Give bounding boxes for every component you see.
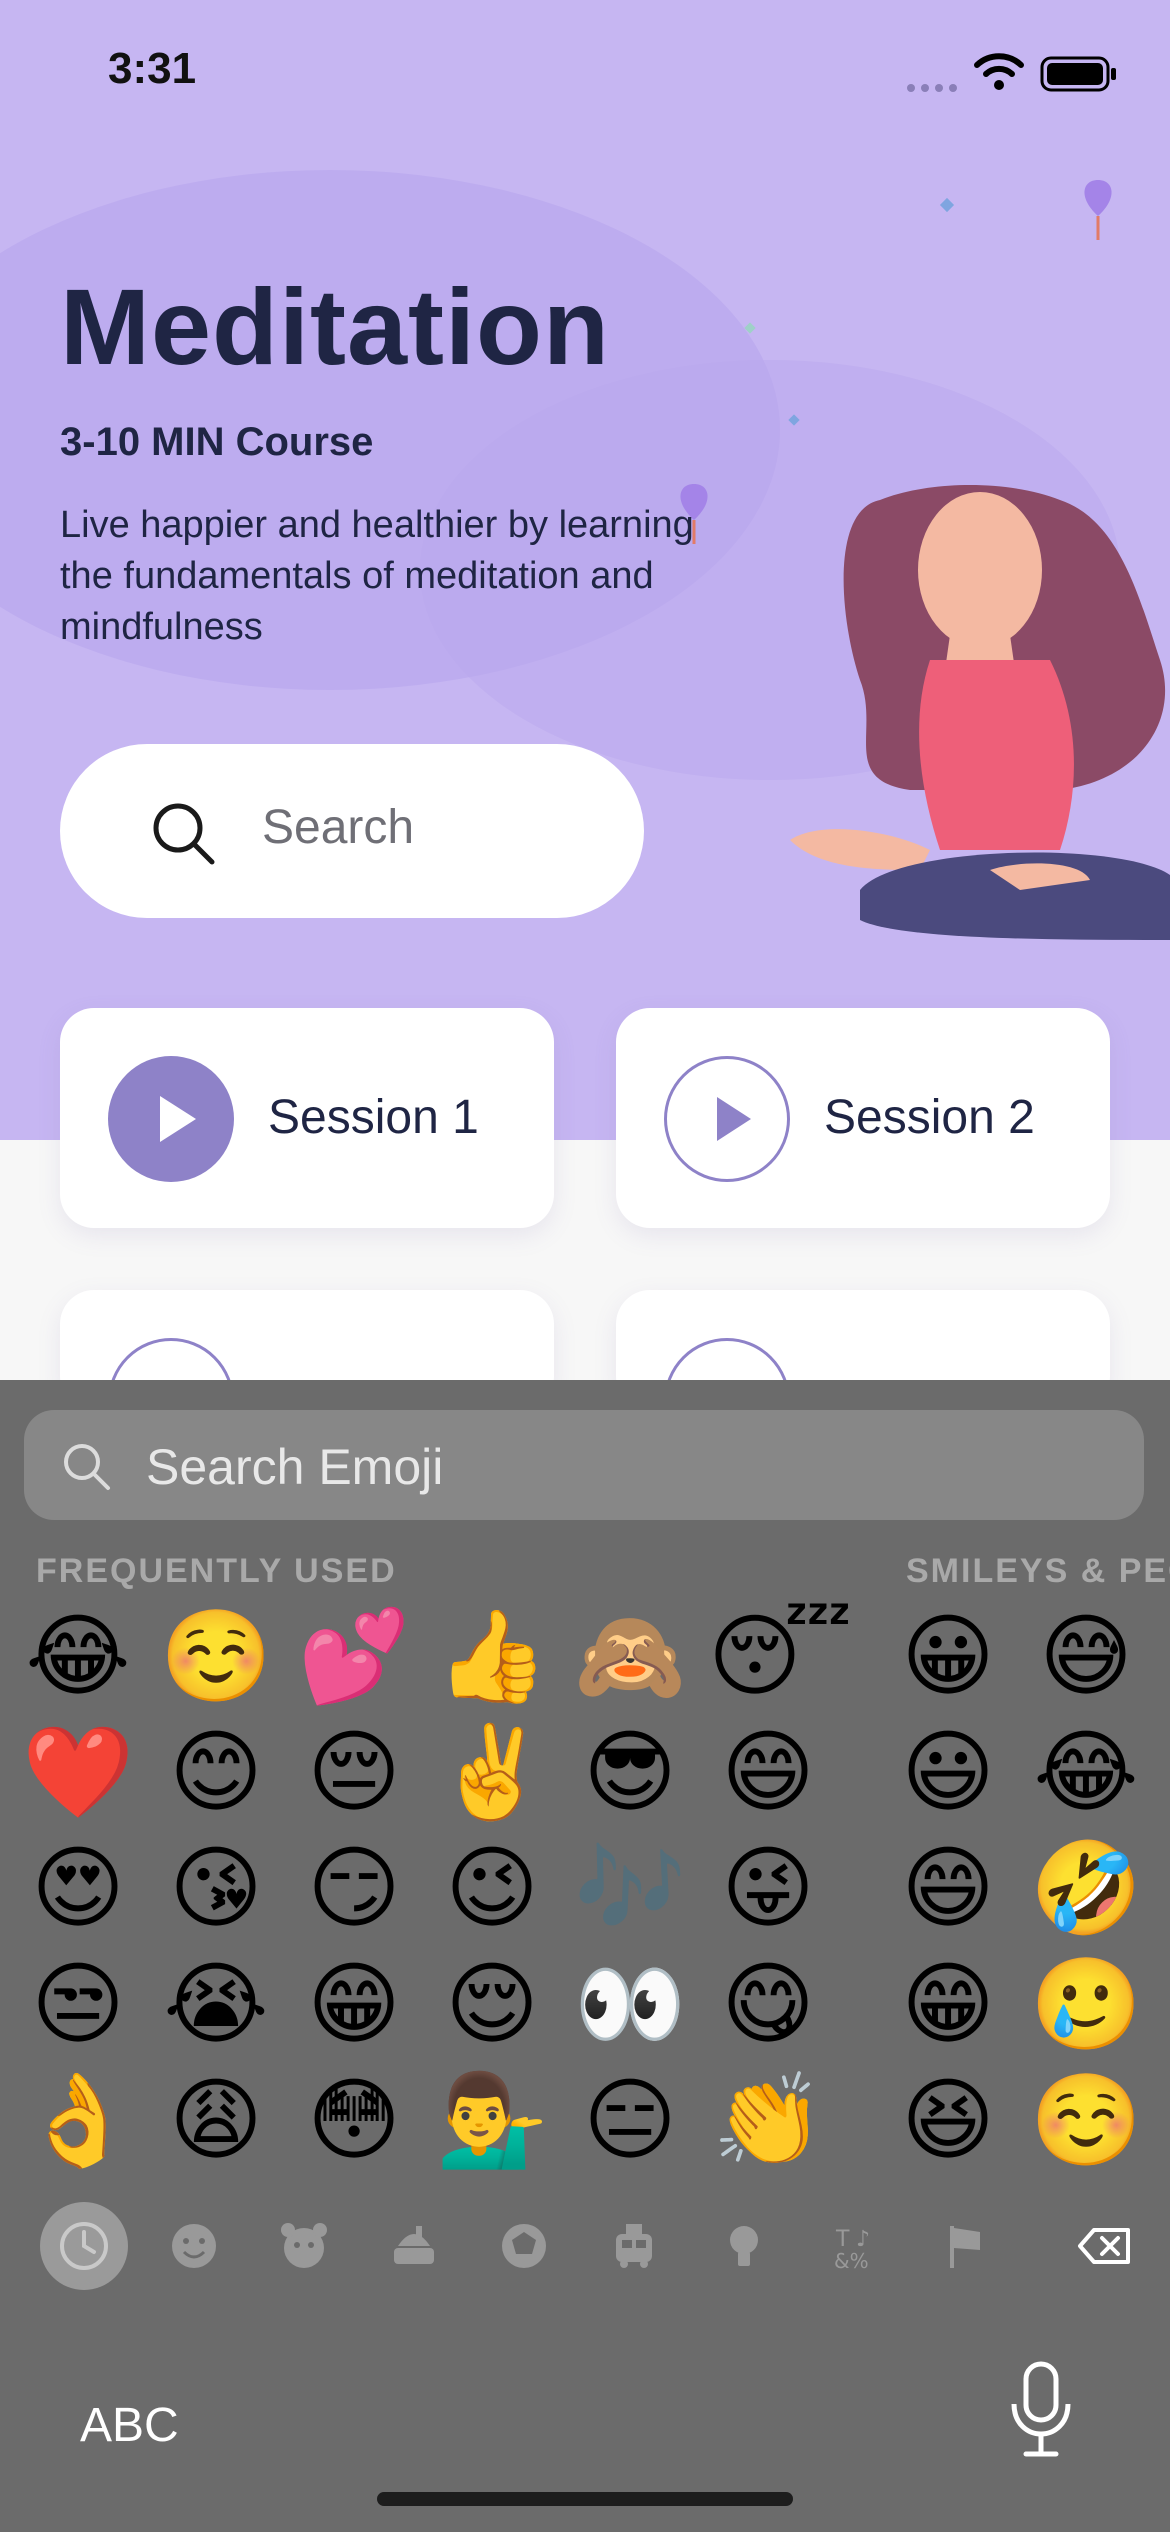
- emoji-key[interactable]: 🎶: [570, 1834, 690, 1944]
- emoji-key[interactable]: 🥲: [1026, 1950, 1146, 2060]
- emoji-key[interactable]: 👀: [570, 1950, 690, 2060]
- status-time: 3:31: [108, 44, 197, 93]
- emoji-key[interactable]: 😘: [156, 1834, 276, 1944]
- category-tab-recent[interactable]: [40, 2202, 128, 2290]
- category-tab-food[interactable]: [376, 2208, 452, 2284]
- course-duration: 3-10 MIN Course: [60, 420, 374, 464]
- session-label: Session 2: [824, 1091, 1035, 1144]
- emoji-key[interactable]: 😑: [570, 2066, 690, 2176]
- play-icon: [717, 1097, 751, 1141]
- category-tab-travel[interactable]: [596, 2208, 672, 2284]
- emoji-key[interactable]: 😩: [156, 2066, 276, 2176]
- section-header-smileys: SMILEYS & PEOPLE: [906, 1552, 1170, 1590]
- emoji-key[interactable]: 😁: [294, 1950, 414, 2060]
- session-card[interactable]: Session 2: [616, 1008, 1110, 1228]
- emoji-key[interactable]: ✌️: [432, 1718, 552, 1828]
- abc-key[interactable]: ABC: [80, 2398, 179, 2453]
- search-input[interactable]: Search: [60, 744, 644, 918]
- objects-icon: [730, 2226, 758, 2266]
- emoji-key[interactable]: 👍: [432, 1602, 552, 1712]
- category-tab-symbols[interactable]: T ♪ &%: [816, 2208, 892, 2284]
- emoji-key[interactable]: 😎: [570, 1718, 690, 1828]
- emoji-key[interactable]: 🤣: [1026, 1834, 1146, 1944]
- emoji-key[interactable]: 😀: [888, 1602, 1008, 1712]
- category-tab-animal[interactable]: [266, 2208, 342, 2284]
- emoji-key[interactable]: 😜: [708, 1834, 828, 1944]
- svg-text:&%: &%: [834, 2249, 869, 2273]
- emoji-key[interactable]: 👏: [708, 2066, 828, 2176]
- travel-icon: [616, 2224, 652, 2268]
- emoji-key[interactable]: 😋: [708, 1950, 828, 2060]
- flags-icon: [950, 2226, 980, 2268]
- page-title: Meditation: [60, 266, 610, 387]
- cellular-signal-icon: [907, 84, 957, 92]
- search-icon: [64, 1444, 110, 1490]
- emoji-key[interactable]: 😂: [1026, 1718, 1146, 1828]
- sparkle-icon: [939, 197, 955, 213]
- emoji-key[interactable]: 😏: [294, 1834, 414, 1944]
- animal-icon: [281, 2223, 327, 2268]
- category-tab-flags[interactable]: [926, 2208, 1002, 2284]
- emoji-key[interactable]: 😁: [888, 1950, 1008, 2060]
- emoji-key[interactable]: 😒: [18, 1950, 138, 2060]
- food-icon: [394, 2226, 434, 2264]
- status-bar: 3:31: [0, 0, 1170, 140]
- emoji-key[interactable]: 😭: [156, 1950, 276, 2060]
- emoji-key[interactable]: ☺️: [1026, 2066, 1146, 2176]
- emoji-key[interactable]: 😄: [888, 1834, 1008, 1944]
- delete-icon: [1078, 2228, 1130, 2264]
- emoji-key[interactable]: 😳: [294, 2066, 414, 2176]
- emoji-key[interactable]: 😆: [888, 2066, 1008, 2176]
- sports-icon: [502, 2224, 546, 2268]
- emoji-key[interactable]: 🙈: [570, 1602, 690, 1712]
- meditating-woman-illustration: [790, 485, 1170, 940]
- play-button[interactable]: [664, 1056, 790, 1182]
- course-description: Live happier and healthier by learning t…: [60, 504, 694, 648]
- smiley-icon: [172, 2224, 216, 2268]
- emoji-key[interactable]: 😴: [708, 1602, 852, 1712]
- session-label: Session 1: [268, 1091, 479, 1144]
- emoji-key[interactable]: 😍: [18, 1834, 138, 1944]
- search-placeholder: Search: [262, 801, 415, 854]
- microphone-icon[interactable]: [1006, 2360, 1076, 2460]
- emoji-search-placeholder: Search Emoji: [146, 1439, 444, 1495]
- emoji-key[interactable]: ☺️: [156, 1602, 276, 1712]
- play-button[interactable]: [108, 1056, 234, 1182]
- home-indicator: [377, 2492, 793, 2506]
- balloon-icon: [1084, 180, 1112, 240]
- emoji-key[interactable]: 😃: [888, 1718, 1008, 1828]
- emoji-key[interactable]: 👌: [18, 2066, 138, 2176]
- section-header-frequent: FREQUENTLY USED: [36, 1552, 397, 1590]
- recent-icon: [40, 2202, 128, 2290]
- emoji-key[interactable]: 😔: [294, 1718, 414, 1828]
- category-tab-delete[interactable]: [1060, 2208, 1150, 2284]
- emoji-key[interactable]: 😉: [432, 1834, 552, 1944]
- symbols-icon: T ♪&%: [834, 2227, 870, 2273]
- emoji-key[interactable]: 😂: [18, 1602, 138, 1712]
- emoji-keyboard: Search Emoji FREQUENTLY USED SMILEYS & P…: [0, 1380, 1170, 2532]
- wifi-icon: [974, 53, 1024, 90]
- battery-icon: [1040, 56, 1116, 92]
- category-tab-objects[interactable]: [706, 2208, 782, 2284]
- category-tab-smiley[interactable]: [156, 2208, 232, 2284]
- play-icon: [160, 1096, 196, 1142]
- session-card[interactable]: Session 1: [60, 1008, 554, 1228]
- emoji-key[interactable]: 😊: [156, 1718, 276, 1828]
- emoji-key[interactable]: 💕: [294, 1602, 414, 1712]
- emoji-key[interactable]: 💁‍♂️: [432, 2066, 552, 2176]
- emoji-search-input[interactable]: Search Emoji: [24, 1410, 1144, 1520]
- emoji-key[interactable]: ❤️: [18, 1718, 138, 1828]
- emoji-key[interactable]: 😄: [708, 1718, 828, 1828]
- emoji-key[interactable]: 😅: [1026, 1602, 1146, 1712]
- search-icon: [153, 803, 215, 865]
- category-tab-sports[interactable]: [486, 2208, 562, 2284]
- emoji-key[interactable]: 😌: [432, 1950, 552, 2060]
